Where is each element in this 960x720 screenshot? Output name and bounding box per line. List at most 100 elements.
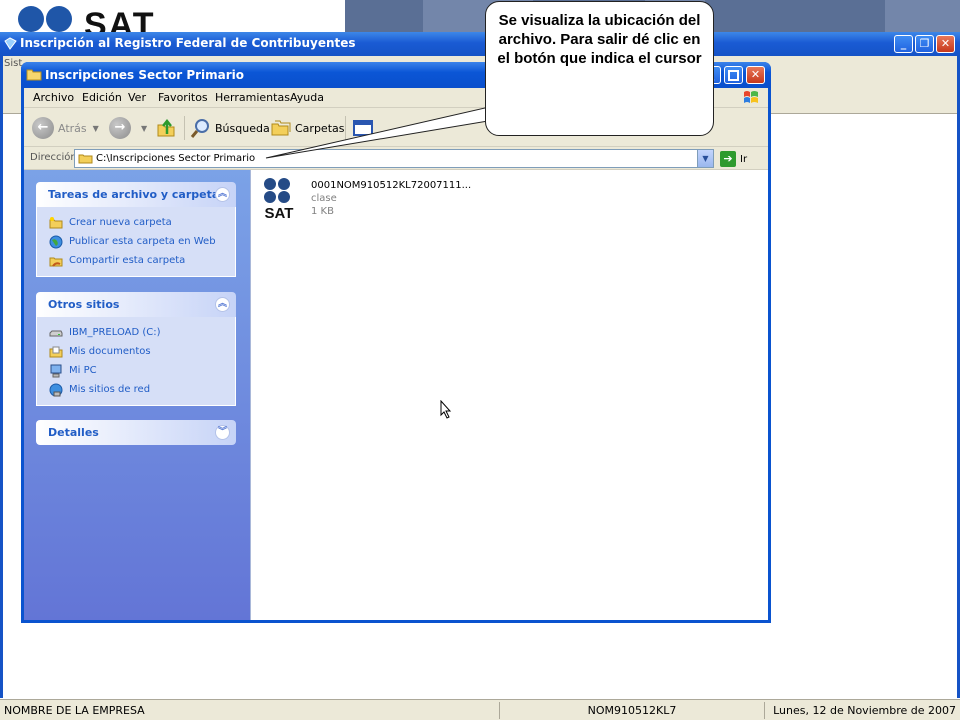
details-header[interactable]: Detalles ︾: [36, 420, 236, 445]
shared-folder-icon: [49, 257, 63, 267]
place-drive-c[interactable]: IBM_PRELOAD (C:): [49, 323, 235, 342]
folder-icon: [78, 154, 93, 164]
menu-archivo[interactable]: Archivo: [33, 91, 74, 104]
status-company: NOMBRE DE LA EMPRESA: [0, 702, 500, 719]
place-label: Mis sitios de red: [69, 384, 151, 395]
folders-button[interactable]: Carpetas: [270, 116, 344, 140]
task-label: Compartir esta carpeta: [69, 255, 186, 266]
other-places-header[interactable]: Otros sitios ︽: [36, 292, 236, 317]
file-tasks-title: Tareas de archivo y carpeta: [48, 188, 220, 201]
go-label: Ir: [740, 153, 748, 165]
callout-text: Se visualiza la ubicación del archivo. P…: [497, 12, 702, 67]
menu-favoritos[interactable]: Favoritos: [158, 91, 208, 104]
task-label: Publicar esta carpeta en Web: [69, 236, 216, 247]
menu-ayuda[interactable]: Ayuda: [290, 91, 324, 104]
explorer-title: Inscripciones Sector Primario: [45, 68, 245, 82]
globe-icon: [49, 235, 63, 248]
chevron-down-icon: ▼: [92, 123, 99, 133]
collapse-chevron-icon[interactable]: ︽: [215, 297, 230, 312]
file-tasks-list: Crear nueva carpeta Publicar esta carpet…: [36, 207, 236, 277]
menu-edicion[interactable]: Edición: [82, 91, 122, 104]
outer-minimize-button[interactable]: _: [894, 35, 913, 53]
search-button[interactable]: Búsqueda: [190, 116, 270, 140]
sat-file-icon: SAT: [264, 178, 294, 220]
toolbar-separator: [345, 116, 346, 140]
documents-icon: [49, 346, 63, 357]
collapse-chevron-icon[interactable]: ︽: [215, 187, 230, 202]
outer-maximize-button[interactable]: ❐: [915, 35, 934, 53]
back-label: Atrás: [58, 121, 87, 135]
views-button[interactable]: [352, 116, 374, 140]
windows-flag-icon: [744, 91, 758, 103]
file-list-area[interactable]: SAT 0001NOM910512KL72007111... clase 1 K…: [250, 170, 768, 620]
back-arrow-icon: ←: [32, 117, 54, 139]
forward-button[interactable]: → ▼: [109, 116, 147, 140]
explorer-body: Archivo Edición Ver Favoritos Herramient…: [24, 88, 768, 620]
address-input[interactable]: C:\Inscripciones Sector Primario ▼: [74, 149, 714, 168]
task-pane: Tareas de archivo y carpeta ︽ Crear nuev…: [24, 170, 250, 620]
outer-menu-fragment[interactable]: Sist: [4, 58, 22, 69]
up-folder-icon: [157, 118, 175, 137]
status-bar: NOMBRE DE LA EMPRESA NOM910512KL7 Lunes,…: [0, 699, 960, 720]
chevron-down-icon: ▼: [141, 123, 148, 133]
menu-ver[interactable]: Ver: [128, 91, 146, 104]
file-icon-text: SAT: [265, 205, 294, 220]
details-section: Detalles ︾: [36, 420, 236, 445]
expand-chevron-icon[interactable]: ︾: [215, 425, 230, 440]
task-publish-web[interactable]: Publicar esta carpeta en Web: [49, 232, 235, 251]
folder-icon: [26, 69, 42, 81]
place-label: Mi PC: [69, 365, 97, 376]
folders-label: Carpetas: [295, 121, 345, 135]
outer-window-title: Inscripción al Registro Federal de Contr…: [20, 36, 356, 50]
file-tasks-section: Tareas de archivo y carpeta ︽ Crear nuev…: [36, 182, 236, 277]
task-share-folder[interactable]: Compartir esta carpeta: [49, 251, 235, 270]
drive-icon: [49, 330, 63, 336]
outer-close-button[interactable]: ✕: [936, 35, 955, 53]
mouse-cursor-icon: [440, 400, 452, 419]
back-button[interactable]: ← Atrás ▼: [32, 116, 99, 140]
address-label: Dirección: [30, 152, 77, 163]
task-label: Crear nueva carpeta: [69, 217, 172, 228]
search-label: Búsqueda: [215, 121, 270, 135]
sat-banner: SAT: [0, 0, 960, 36]
other-places-list: IBM_PRELOAD (C:) Mis documentos Mi PC Mi…: [36, 317, 236, 406]
place-label: IBM_PRELOAD (C:): [69, 327, 161, 338]
views-icon: [353, 120, 373, 136]
menu-herramientas[interactable]: Herramientas: [215, 91, 290, 104]
task-new-folder[interactable]: Crear nueva carpeta: [49, 213, 235, 232]
file-size: 1 KB: [311, 206, 334, 217]
place-label: Mis documentos: [69, 346, 151, 357]
place-network[interactable]: Mis sitios de red: [49, 380, 235, 399]
address-value: C:\Inscripciones Sector Primario: [96, 153, 256, 164]
file-name: 0001NOM910512KL72007111...: [311, 180, 472, 191]
place-my-pc[interactable]: Mi PC: [49, 361, 235, 380]
app-icon: [4, 37, 17, 50]
instruction-callout: Se visualiza la ubicación del archivo. P…: [485, 1, 714, 136]
forward-arrow-icon: →: [109, 117, 131, 139]
other-places-title: Otros sitios: [48, 298, 120, 311]
up-folder-button[interactable]: [155, 116, 177, 140]
go-button[interactable]: ➔ Ir: [720, 150, 747, 168]
file-tasks-header[interactable]: Tareas de archivo y carpeta ︽: [36, 182, 236, 207]
outer-frame-left: [0, 56, 3, 698]
outer-window-titlebar[interactable]: Inscripción al Registro Federal de Contr…: [0, 32, 960, 56]
file-type: clase: [311, 193, 337, 204]
other-places-section: Otros sitios ︽ IBM_PRELOAD (C:) Mis docu…: [36, 292, 236, 406]
address-bar: Dirección C:\Inscripciones Sector Primar…: [24, 148, 768, 170]
computer-icon: [50, 364, 62, 377]
network-icon: [49, 383, 63, 396]
folders-icon: [271, 120, 291, 136]
file-item[interactable]: SAT 0001NOM910512KL72007111... clase 1 K…: [257, 176, 477, 226]
explorer-maximize-button[interactable]: [724, 66, 743, 84]
status-rfc: NOM910512KL7: [500, 702, 765, 719]
explorer-close-button[interactable]: ✕: [746, 66, 765, 84]
toolbar-separator: [184, 116, 185, 140]
go-arrow-icon: ➔: [720, 151, 736, 167]
details-title: Detalles: [48, 426, 99, 439]
new-folder-icon: [49, 216, 63, 228]
search-icon: [190, 119, 209, 138]
place-my-documents[interactable]: Mis documentos: [49, 342, 235, 361]
explorer-window: Inscripciones Sector Primario _ ✕ Archiv…: [21, 62, 771, 623]
status-date: Lunes, 12 de Noviembre de 2007: [773, 704, 956, 717]
chevron-down-icon[interactable]: ▼: [697, 150, 713, 167]
